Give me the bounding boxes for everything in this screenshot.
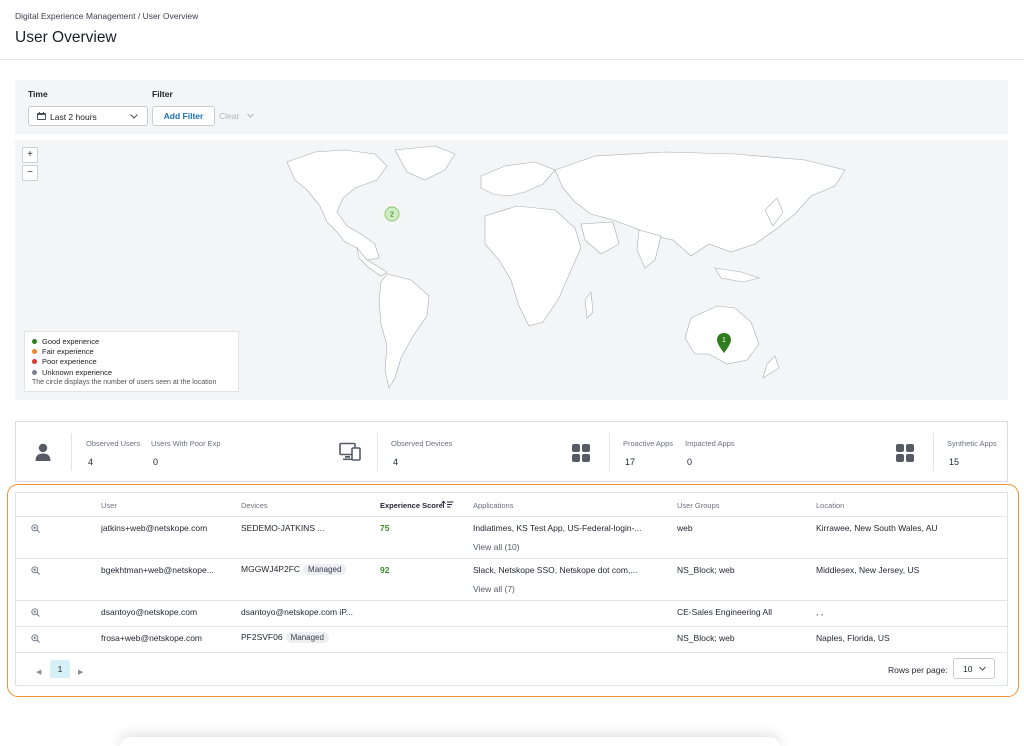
- chevron-down-icon: [130, 114, 138, 119]
- stats-bar: Observed Users 4 Users With Poor Exp 0 O…: [15, 421, 1008, 482]
- bottom-panel-edge: [120, 737, 780, 746]
- synthetic-apps-grid-icon: [896, 444, 914, 462]
- row-user[interactable]: dsantoyo@netskope.com: [101, 607, 197, 617]
- managed-badge: Managed: [285, 632, 329, 643]
- page-header: Digital Experience Management / User Ove…: [0, 0, 1024, 60]
- col-location[interactable]: Location: [816, 501, 844, 510]
- proactive-apps-value[interactable]: 17: [625, 457, 635, 467]
- legend-unknown: Unknown experience: [32, 367, 231, 377]
- observed-devices-value[interactable]: 4: [393, 457, 398, 467]
- poor-dot-icon: [32, 359, 37, 365]
- zoom-in-icon[interactable]: [31, 524, 40, 533]
- zoom-in-icon[interactable]: [31, 608, 40, 617]
- user-location-pin[interactable]: 1: [716, 332, 732, 354]
- proactive-apps-label: Proactive Apps: [623, 439, 674, 448]
- zoom-in-button[interactable]: +: [22, 147, 38, 163]
- chevron-down-icon[interactable]: [246, 111, 255, 120]
- row-score: 92: [380, 565, 390, 575]
- row-applications: Indiatimes, KS Test App, US-Federal-logi…: [473, 523, 642, 533]
- row-groups: CE-Sales Engineering All: [677, 607, 772, 617]
- row-device[interactable]: MGGWJ4P2FC Managed: [241, 564, 347, 575]
- zoom-in-icon[interactable]: [31, 566, 40, 575]
- col-devices[interactable]: Devices: [241, 501, 268, 510]
- col-user[interactable]: User: [101, 501, 117, 510]
- row-location: Middlesex, New Jersey, US: [816, 565, 920, 575]
- chevron-down-icon: [979, 666, 986, 671]
- filter-label: Filter: [152, 89, 173, 99]
- add-filter-button[interactable]: Add Filter: [152, 106, 215, 126]
- row-location: Kirrawee, New South Wales, AU: [816, 523, 938, 533]
- row-user[interactable]: jatkins+web@netskope.com: [101, 523, 207, 533]
- row-location: Naples, Florida, US: [816, 633, 890, 643]
- fair-dot-icon: [32, 348, 37, 354]
- row-score: 75: [380, 523, 390, 533]
- observed-users-label: Observed Users: [86, 439, 141, 448]
- legend-note: The circle displays the number of users …: [32, 379, 217, 387]
- world-map[interactable]: + − 2 1 Good experience Fair experience …: [15, 140, 1008, 400]
- synthetic-apps-value[interactable]: 15: [949, 457, 959, 467]
- row-device[interactable]: dsantoyo@netskope.com iP...: [241, 607, 353, 617]
- row-device[interactable]: SEDEMO-JATKINS ...: [241, 523, 324, 533]
- legend-fair: Fair experience: [32, 346, 231, 356]
- col-user-groups[interactable]: User Groups: [677, 501, 720, 510]
- view-all-link[interactable]: View all (7): [473, 584, 515, 594]
- row-groups: NS_Block; web: [677, 565, 735, 575]
- col-applications[interactable]: Applications: [473, 501, 513, 510]
- row-user[interactable]: frosa+web@netskope.com: [101, 633, 202, 643]
- view-all-link[interactable]: View all (10): [473, 542, 520, 552]
- users-table: User Devices Experience Score Applicatio…: [15, 492, 1008, 686]
- zoom-out-button[interactable]: −: [22, 165, 38, 181]
- user-cluster-marker[interactable]: 2: [384, 206, 400, 222]
- devices-icon: [339, 442, 361, 461]
- unknown-dot-icon: [32, 369, 37, 375]
- marker-count: 1: [722, 337, 726, 344]
- good-dot-icon: [32, 338, 37, 344]
- poor-exp-users-value[interactable]: 0: [153, 457, 158, 467]
- poor-exp-users-label: Users With Poor Exp: [151, 439, 221, 448]
- time-label: Time: [28, 89, 48, 99]
- row-device[interactable]: PF2SVF06 Managed: [241, 632, 329, 643]
- col-experience-score[interactable]: Experience Score: [380, 501, 443, 510]
- impacted-apps-value[interactable]: 0: [687, 457, 692, 467]
- apps-grid-icon: [572, 444, 590, 462]
- map-legend: Good experience Fair experience Poor exp…: [24, 331, 239, 392]
- filter-panel: Time Filter Last 2 hours Add Filter Clea…: [15, 80, 1008, 134]
- synthetic-apps-label: Synthetic Apps: [947, 439, 997, 448]
- impacted-apps-label: Impacted Apps: [685, 439, 735, 448]
- user-icon: [35, 443, 51, 461]
- time-range-value: Last 2 hours: [50, 112, 97, 122]
- legend-good: Good experience: [32, 336, 231, 346]
- rows-per-page-select[interactable]: 10: [953, 658, 995, 679]
- row-user[interactable]: bgekhtman+web@netskope...: [101, 565, 214, 575]
- time-range-select[interactable]: Last 2 hours: [28, 106, 148, 126]
- row-groups: web: [677, 523, 693, 533]
- row-location: , ,: [816, 607, 824, 617]
- breadcrumb[interactable]: Digital Experience Management / User Ove…: [15, 11, 198, 21]
- clear-button[interactable]: Clear: [219, 111, 239, 121]
- legend-poor: Poor experience: [32, 357, 231, 367]
- marker-count: 2: [390, 212, 394, 219]
- row-groups: NS_Block; web: [677, 633, 735, 643]
- managed-badge: Managed: [303, 564, 347, 575]
- zoom-in-icon[interactable]: [31, 634, 40, 643]
- prev-page-icon[interactable]: ◀: [36, 668, 41, 676]
- calendar-icon: [37, 112, 46, 120]
- row-applications: Slack, Netskope SSO, Netskope dot com,..…: [473, 565, 638, 575]
- observed-devices-label: Observed Devices: [391, 439, 453, 448]
- next-page-icon[interactable]: ▶: [78, 668, 83, 676]
- rows-per-page-label: Rows per page:: [888, 665, 948, 675]
- observed-users-value[interactable]: 4: [88, 457, 93, 467]
- page-title: User Overview: [15, 29, 117, 46]
- page-button-1[interactable]: 1: [50, 660, 70, 678]
- sort-icon[interactable]: [441, 500, 454, 509]
